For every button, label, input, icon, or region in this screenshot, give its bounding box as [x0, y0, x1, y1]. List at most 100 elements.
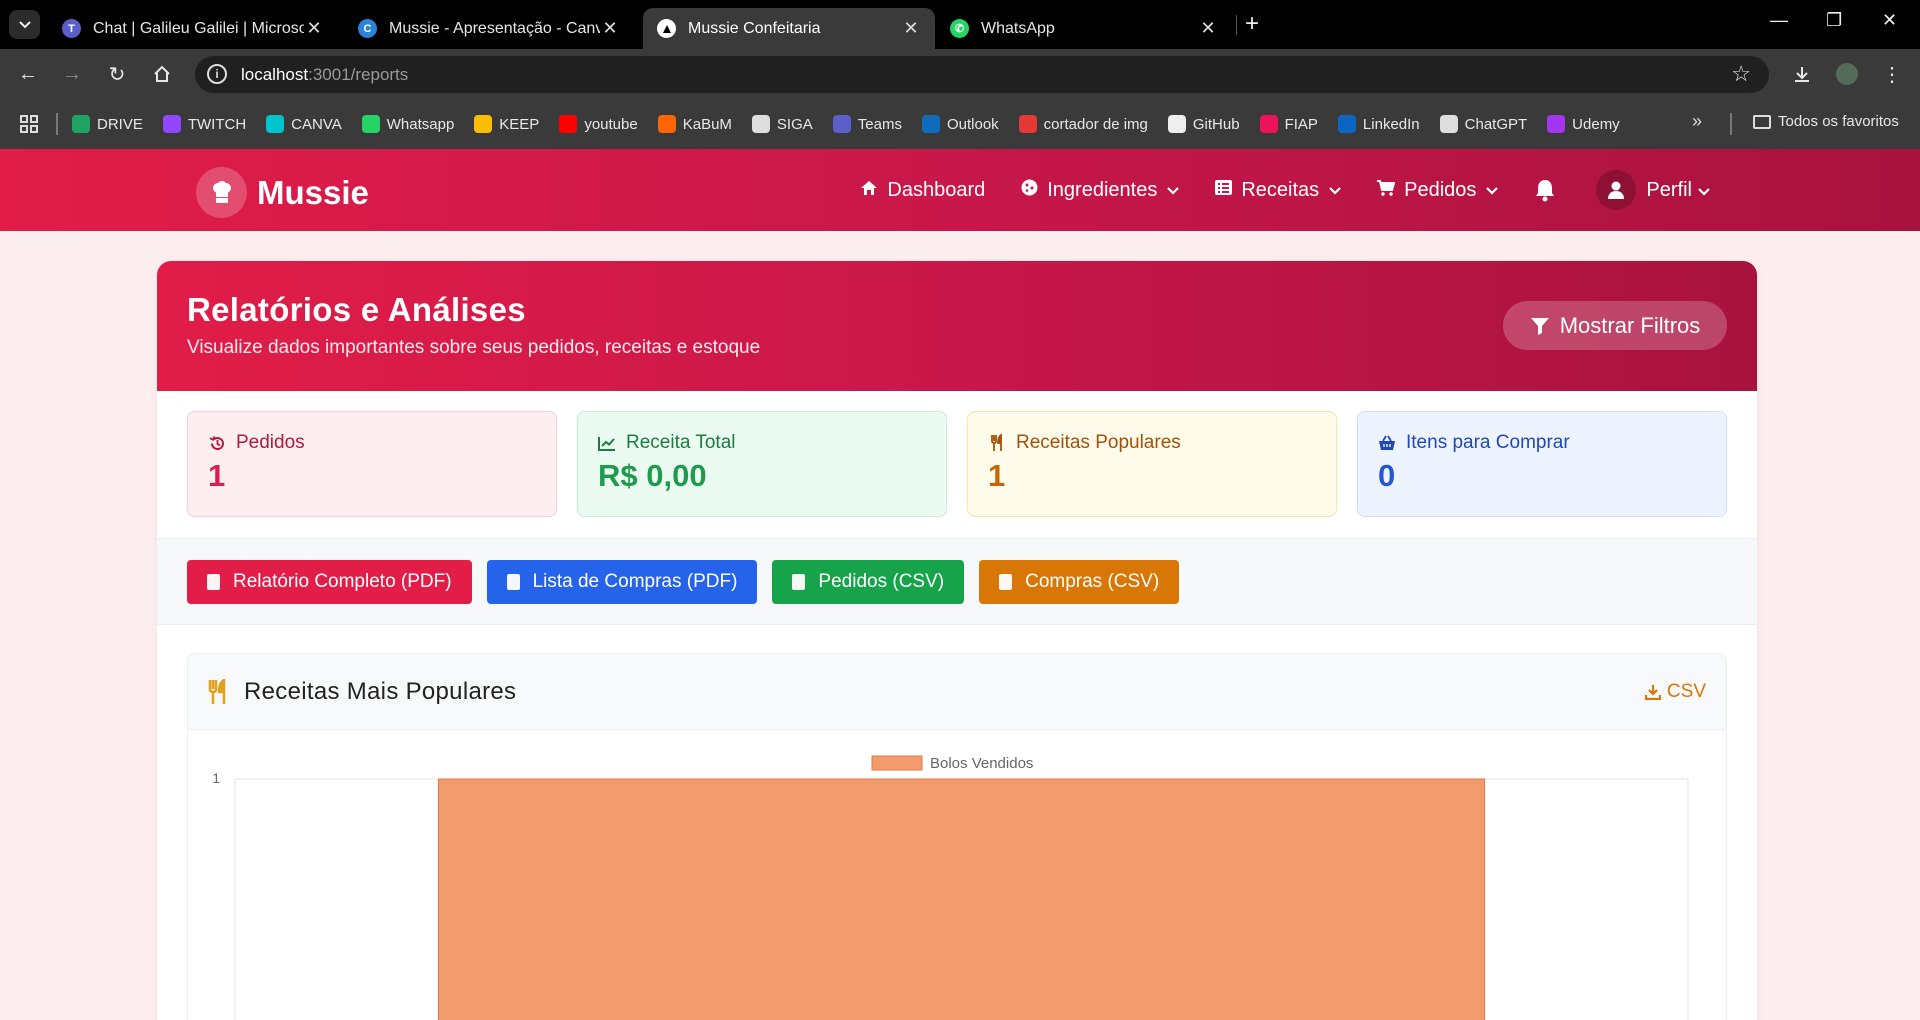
download-icon[interactable] — [1790, 62, 1814, 86]
nav-label: Ingredientes — [1047, 178, 1158, 201]
more-bookmarks-icon[interactable]: » — [1692, 111, 1702, 132]
bookmark-twitch[interactable]: TWITCH — [162, 115, 247, 133]
bar — [437, 778, 1486, 1020]
filter-icon — [1530, 317, 1549, 335]
bookmark-teams[interactable]: Teams — [832, 115, 902, 133]
back-icon[interactable]: ← — [16, 62, 40, 86]
close-icon[interactable]: ✕ — [304, 18, 324, 39]
bookmark-label: GitHub — [1192, 115, 1240, 133]
bookmark-label: youtube — [584, 115, 638, 133]
stat-label: Receita Total — [626, 432, 736, 453]
chef-hat-icon — [196, 167, 247, 218]
bookmark-outlook[interactable]: Outlook — [921, 115, 999, 133]
bookmark-label: LinkedIn — [1362, 115, 1420, 133]
window-close-button[interactable]: ✕ — [1882, 10, 1897, 31]
chevron-down-icon — [1486, 182, 1499, 198]
bookmark-drive[interactable]: DRIVE — [72, 115, 143, 133]
bookmark-udemy[interactable]: Udemy — [1547, 115, 1620, 133]
bookmark-label: Teams — [857, 115, 902, 133]
canva-icon: C — [358, 19, 377, 38]
csv-label: CSV — [1666, 681, 1706, 702]
bookmark-label: TWITCH — [187, 115, 247, 133]
show-filters-button[interactable]: Mostrar Filtros — [1503, 301, 1727, 350]
main-nav: Dashboard Ingredientes Receitas Pedidos — [824, 149, 1710, 231]
bell-icon[interactable] — [1534, 178, 1556, 202]
bookmark-canva[interactable]: CANVA — [266, 115, 342, 133]
profile-menu[interactable]: Perfil — [1596, 170, 1710, 210]
stat-card-itens-comprar: Itens para Comprar 0 — [1357, 411, 1727, 517]
export-label: Relatório Completo (PDF) — [233, 570, 452, 592]
file-csv-icon — [792, 573, 806, 590]
apps-grid-icon[interactable] — [20, 115, 38, 133]
bookmarks-divider — [1730, 113, 1732, 135]
all-bookmarks-button[interactable]: Todos os favoritos — [1753, 113, 1899, 130]
chart-line-icon — [598, 436, 616, 451]
bookmark-chatgpt[interactable]: ChatGPT — [1439, 115, 1527, 133]
bookmark-label: KEEP — [499, 115, 540, 133]
nav-receitas[interactable]: Receitas — [1215, 179, 1341, 202]
browser-tab-teams[interactable]: T Chat | Galileu Galilei | Microsoft ✕ — [48, 8, 338, 49]
nav-ingredientes[interactable]: Ingredientes — [1021, 178, 1180, 202]
new-tab-button[interactable]: + — [1245, 10, 1259, 38]
export-orders-csv-button[interactable]: Pedidos (CSV) — [772, 559, 965, 604]
bookmark-fiap[interactable]: FIAP — [1259, 115, 1318, 133]
nav-dashboard[interactable]: Dashboard — [860, 179, 985, 202]
tab-search-button[interactable] — [9, 10, 40, 39]
bookmark-github[interactable]: GitHub — [1167, 115, 1240, 133]
reports-card: Relatórios e Análises Visualize dados im… — [157, 261, 1757, 1020]
kabum-icon — [657, 115, 676, 133]
home-icon[interactable] — [150, 62, 174, 86]
stat-card-receita-total: Receita Total R$ 0,00 — [577, 411, 947, 517]
tab-title: Mussie - Apresentação - Canva — [389, 19, 600, 37]
close-icon[interactable]: ✕ — [1198, 18, 1218, 39]
stat-card-receitas-populares: Receitas Populares 1 — [967, 411, 1337, 517]
site-info-icon[interactable]: i — [207, 64, 227, 84]
cookie-icon — [1021, 179, 1038, 201]
export-full-report-pdf-button[interactable]: Relatório Completo (PDF) — [187, 559, 472, 604]
export-purchases-csv-button[interactable]: Compras (CSV) — [979, 559, 1180, 604]
page-title: Relatórios e Análises — [187, 291, 526, 328]
udemy-icon — [1547, 115, 1566, 133]
bookmark-siga[interactable]: SIGA — [751, 115, 813, 133]
globe-icon — [751, 115, 770, 133]
bookmark-whatsapp[interactable]: Whatsapp — [361, 115, 454, 133]
tab-title: Chat | Galileu Galilei | Microsoft — [93, 19, 304, 37]
tab-title: Mussie Confeitaria — [688, 19, 821, 37]
chevron-down-icon — [1167, 182, 1180, 198]
panel-title: Receitas Mais Populares — [244, 677, 517, 705]
close-icon[interactable]: ✕ — [600, 18, 620, 39]
bookmark-linkedin[interactable]: LinkedIn — [1337, 115, 1420, 133]
bookmark-youtube[interactable]: youtube — [559, 115, 638, 133]
export-label: Lista de Compras (PDF) — [532, 570, 738, 592]
nav-pedidos[interactable]: Pedidos — [1377, 179, 1499, 202]
user-icon — [1596, 170, 1637, 210]
bookmark-keep[interactable]: KEEP — [474, 115, 539, 133]
export-shopping-list-pdf-button[interactable]: Lista de Compras (PDF) — [486, 559, 758, 604]
menu-kebab-icon[interactable]: ⋮ — [1880, 62, 1904, 86]
browser-tab-canva[interactable]: C Mussie - Apresentação - Canva ✕ — [344, 8, 634, 49]
stat-value: 1 — [988, 458, 1006, 493]
popular-csv-button[interactable]: CSV — [1644, 681, 1706, 703]
teams-icon: T — [62, 19, 81, 38]
bookmark-kabum[interactable]: KaBuM — [657, 115, 732, 133]
close-icon[interactable]: ✕ — [901, 18, 921, 39]
bookmark-cortador-de-img[interactable]: cortador de img — [1018, 115, 1148, 133]
github-icon — [1167, 115, 1186, 133]
forward-icon[interactable]: → — [60, 62, 84, 86]
browser-tab-whatsapp[interactable]: ✆ WhatsApp ✕ — [936, 8, 1232, 49]
profile-label: Perfil — [1646, 178, 1692, 201]
nav-label: Receitas — [1241, 178, 1320, 201]
restore-button[interactable]: ❐ — [1826, 10, 1842, 31]
bookmark-star-icon[interactable]: ☆ — [1731, 61, 1751, 87]
show-filters-label: Mostrar Filtros — [1559, 312, 1701, 338]
url-bar[interactable]: i localhost:3001/reports ☆ — [195, 56, 1769, 93]
bookmark-label: cortador de img — [1043, 115, 1148, 133]
youtube-icon — [559, 115, 578, 133]
reload-icon[interactable]: ↻ — [105, 62, 129, 86]
download-icon — [1644, 685, 1661, 700]
profile-avatar-icon[interactable] — [1835, 62, 1859, 86]
browser-tab-mussie[interactable]: Mussie Confeitaria ✕ — [643, 8, 935, 49]
brand-link[interactable]: Mussie — [196, 167, 369, 218]
minimize-button[interactable]: — — [1770, 10, 1788, 31]
twitch-icon — [162, 115, 181, 133]
